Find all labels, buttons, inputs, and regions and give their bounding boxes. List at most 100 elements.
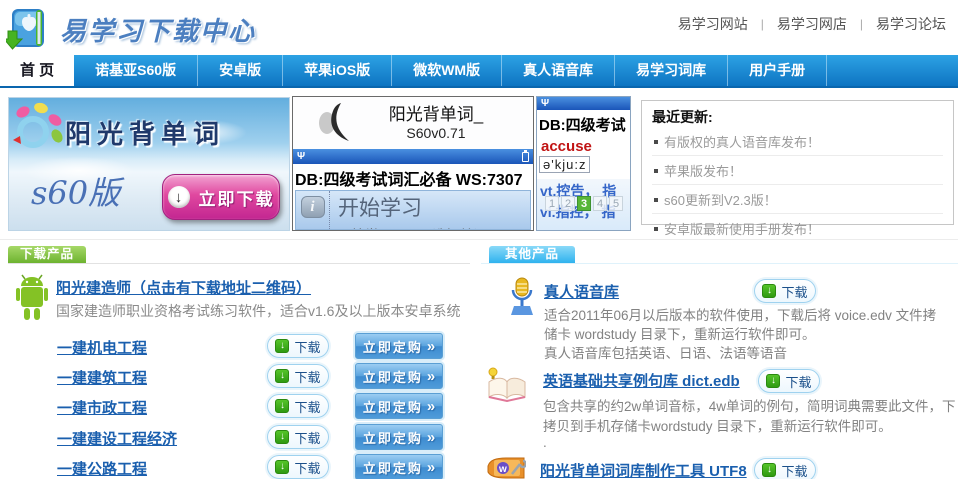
site-title: 易学习下载中心 <box>60 11 256 48</box>
top-link-website[interactable]: 易学习网站 <box>678 14 748 34</box>
pager-page-5[interactable]: 5 <box>609 196 623 211</box>
nav-tab-manual[interactable]: 用户手册 <box>728 55 827 86</box>
logo-bag-icon <box>6 3 52 55</box>
download-arrow-icon: ↓ <box>275 430 289 444</box>
download-arrow-icon: ↓ <box>275 399 289 413</box>
other-product-desc-line: . <box>543 435 547 450</box>
product-row: 一建机电工程 ↓ 下载 立即定购 » <box>0 333 470 360</box>
product-row: 一建建设工程经济 ↓ 下载 立即定购 » <box>0 424 470 451</box>
order-now-button[interactable]: 立即定购 » <box>355 393 443 419</box>
other-product-link-dict[interactable]: 英语基础共享例句库 dict.edb <box>543 370 740 391</box>
product-description: 国家建造师职业资格考试练习软件，适合v1.6及以上版本安卓系统 <box>56 301 460 321</box>
tool-book-icon: w <box>486 456 526 479</box>
svg-text:w: w <box>498 464 507 475</box>
main-nav: 首 页 诺基亚S60版 安卓版 苹果iOS版 微软WM版 真人语音库 易学习词库… <box>0 55 958 88</box>
db-info-line: DB:四级考试词汇必备 WS:7307 <box>293 164 533 187</box>
top-links: 易学习网站 | 易学习网店 | 易学习论坛 <box>678 14 946 34</box>
left-section-underline <box>8 263 470 264</box>
chevron-right-icon: » <box>427 398 435 415</box>
product-row: 一建建筑工程 ↓ 下载 立即定购 » <box>0 363 470 390</box>
header: 易学习下载中心 易学习网站 | 易学习网店 | 易学习论坛 <box>0 0 958 55</box>
dictionary-word: accuse <box>537 138 630 155</box>
microphone-icon <box>506 276 538 323</box>
order-now-button[interactable]: 立即定购 » <box>355 454 443 479</box>
product-link[interactable]: 一建市政工程 <box>57 397 147 418</box>
menu-icon-column: i <box>296 191 330 229</box>
banner-title: 阳光背单词 <box>65 114 225 151</box>
product-link[interactable]: 一建机电工程 <box>57 337 147 358</box>
update-item[interactable]: s60更新到V2.3版！ <box>652 185 943 214</box>
nav-tab-home[interactable]: 首 页 <box>0 55 74 86</box>
download-button[interactable]: ↓ 下载 <box>267 334 329 358</box>
order-now-button[interactable]: 立即定购 » <box>355 333 443 359</box>
product-link[interactable]: 一建公路工程 <box>57 458 147 479</box>
download-button[interactable]: ↓ 下载 <box>754 458 816 479</box>
download-arrow-icon: ↓ <box>766 374 780 388</box>
screenshot1-titlebox: 阳光背单词_ S60v0.71 <box>361 100 511 141</box>
top-link-separator: | <box>860 17 863 31</box>
top-link-separator: | <box>761 17 764 31</box>
phonetic-transcription: ə'kju:z <box>539 156 590 173</box>
app-version: S60v0.71 <box>361 125 511 141</box>
nav-tab-voice[interactable]: 真人语音库 <box>502 55 615 86</box>
pager-page-4[interactable]: 4 <box>593 196 607 211</box>
download-arrow-icon: ↓ <box>275 339 289 353</box>
nav-tab-dict[interactable]: 易学习词库 <box>615 55 728 86</box>
nav-tab-android[interactable]: 安卓版 <box>198 55 283 86</box>
nav-tab-s60[interactable]: 诺基亚S60版 <box>74 55 198 86</box>
bullet-icon <box>654 140 658 144</box>
pager-page-3-active[interactable]: 3 <box>577 196 591 211</box>
download-button[interactable]: ↓ 下载 <box>267 394 329 418</box>
statusbar: Ψ <box>537 97 630 110</box>
tab-other-products[interactable]: 其他产品 <box>489 246 575 263</box>
bullet-icon <box>654 169 658 173</box>
site-logo[interactable]: 易学习下载中心 <box>6 3 256 55</box>
pager-page-1[interactable]: 1 <box>545 196 559 211</box>
tab-download-products[interactable]: 下载产品 <box>8 246 86 263</box>
other-product-link-voice[interactable]: 真人语音库 <box>544 281 619 302</box>
update-item[interactable]: 安卓版最新使用手册发布！ <box>652 214 943 242</box>
download-arrow-icon: ↓ <box>275 369 289 383</box>
section-divider <box>0 239 958 240</box>
app-title: 阳光背单词_ <box>361 100 511 125</box>
nav-tab-wm[interactable]: 微软WM版 <box>392 55 502 86</box>
product-link[interactable]: 一建建筑工程 <box>57 367 147 388</box>
recent-updates-box: 最近更新: 有版权的真人语音库发布！ 苹果版发布！ s60更新到V2.3版！ 安… <box>641 100 954 225</box>
chevron-right-icon: » <box>427 368 435 385</box>
top-link-forum[interactable]: 易学习论坛 <box>876 14 946 34</box>
recent-updates-title: 最近更新: <box>652 107 943 127</box>
info-icon: i <box>301 196 325 218</box>
statusbar: Ψ <box>293 149 533 164</box>
product-link[interactable]: 一建建设工程经济 <box>57 428 177 449</box>
product-link-builder[interactable]: 阳光建造师（点击有下载地址二维码） <box>56 277 311 298</box>
download-button[interactable]: ↓ 下载 <box>754 279 816 303</box>
db-info-line: DB:四级考试 <box>537 110 630 138</box>
order-now-button[interactable]: 立即定购 » <box>355 363 443 389</box>
product-row: 一建公路工程 ↓ 下载 立即定购 » <box>0 454 470 479</box>
nav-tab-ios[interactable]: 苹果iOS版 <box>283 55 392 86</box>
other-product-desc-line: 适合2011年06月以后版本的软件使用，下载后将 voice.edv 文件拷 <box>544 304 936 324</box>
other-product-desc-line: 包含共享的约2w单词音标，4w单词的例句，简明词典需要此文件，下 <box>543 395 956 415</box>
download-button[interactable]: ↓ 下载 <box>267 425 329 449</box>
top-link-store[interactable]: 易学习网店 <box>777 14 847 34</box>
update-item[interactable]: 苹果版发布！ <box>652 156 943 185</box>
download-button[interactable]: ↓ 下载 <box>267 455 329 479</box>
bullet-icon <box>654 198 658 202</box>
download-button[interactable]: ↓ 下载 <box>267 364 329 388</box>
flower-logo-icon <box>11 102 65 163</box>
screenshot1-header: 阳光背单词_ S60v0.71 <box>293 97 533 149</box>
android-icon <box>15 274 49 327</box>
pager-page-2[interactable]: 2 <box>561 196 575 211</box>
download-arrow-icon: ↓ <box>762 284 776 298</box>
banner-download-button[interactable]: ↓ 立即下载 <box>162 174 280 220</box>
promo-banner: 阳光背单词 s60版 ↓ 立即下载 <box>8 97 290 231</box>
app-logo-icon <box>315 101 357 150</box>
order-now-button[interactable]: 立即定购 » <box>355 424 443 450</box>
download-arrow-icon: ↓ <box>275 460 289 474</box>
other-product-link-tool[interactable]: 阳光背单词词库制作工具 UTF8 <box>540 460 747 479</box>
app-screenshot-1: 阳光背单词_ S60v0.71 Ψ DB:四级考试词汇必备 WS:7307 i … <box>292 96 534 231</box>
menu-text: 开始学习 开始学习，可以选择单词 <box>330 191 487 229</box>
update-item[interactable]: 有版权的真人语音库发布！ <box>652 127 943 156</box>
download-button[interactable]: ↓ 下载 <box>758 369 820 393</box>
other-product-desc-line: 真人语音库包括英语、日语、法语等语音 <box>544 342 787 362</box>
